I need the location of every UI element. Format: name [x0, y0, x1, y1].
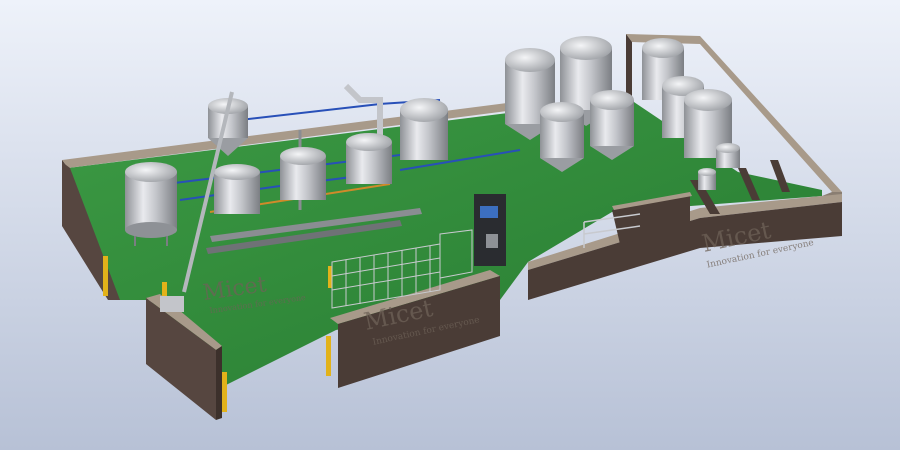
tank-left	[125, 162, 177, 246]
small-tank	[716, 143, 740, 168]
brew-kettle-1	[214, 164, 260, 214]
back-wall-right-face	[626, 34, 632, 98]
brewery-3d-render: Micet Innovation for everyone Micet Inno…	[0, 0, 900, 450]
left-front-wall-face	[216, 346, 222, 420]
hot-liquor-tank	[400, 98, 448, 160]
filling-machine	[474, 194, 506, 266]
small-tank-2	[698, 168, 716, 190]
grain-hopper	[160, 296, 184, 312]
fermenter-3	[540, 102, 584, 172]
brew-kettle-3	[346, 133, 392, 184]
brew-kettle-2	[280, 147, 326, 200]
fermenter-4	[590, 90, 634, 160]
